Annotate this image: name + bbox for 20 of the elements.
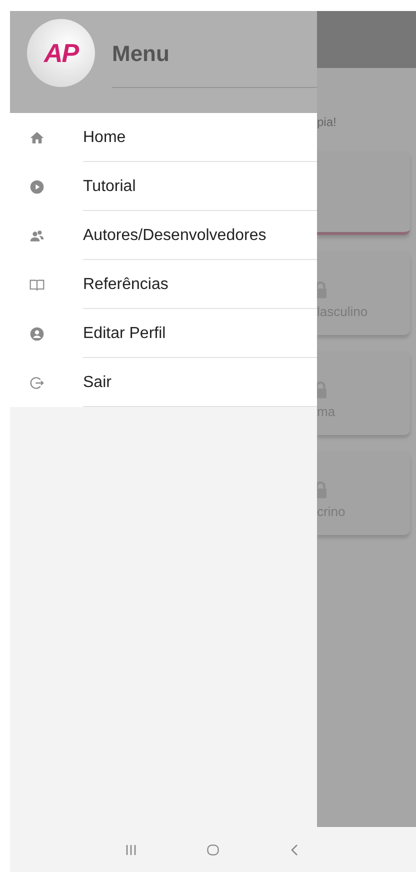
menu-item[interactable]: Autores/Desenvolvedores [10, 211, 317, 260]
logout-icon [29, 374, 45, 390]
play-circle-icon [29, 178, 45, 194]
menu-item[interactable]: Home [10, 113, 317, 162]
recent-apps-icon[interactable] [124, 842, 138, 856]
lock-icon [317, 480, 328, 500]
menu-item[interactable]: Editar Perfil [10, 309, 317, 358]
lock-icon [317, 380, 328, 400]
menu-title: Menu [112, 41, 170, 67]
home-icon [29, 130, 45, 146]
category-card[interactable] [317, 151, 410, 235]
home-button-icon[interactable] [206, 842, 220, 856]
lock-icon [317, 280, 328, 300]
people-icon [29, 228, 45, 244]
greeting-text: pia! [317, 115, 338, 129]
user-circle-icon [29, 326, 45, 342]
menu-item[interactable]: Sair [10, 358, 317, 407]
app-logo: AP [27, 19, 95, 87]
menu-item[interactable]: Referências [10, 260, 317, 309]
menu-item[interactable]: Tutorial [10, 162, 317, 211]
